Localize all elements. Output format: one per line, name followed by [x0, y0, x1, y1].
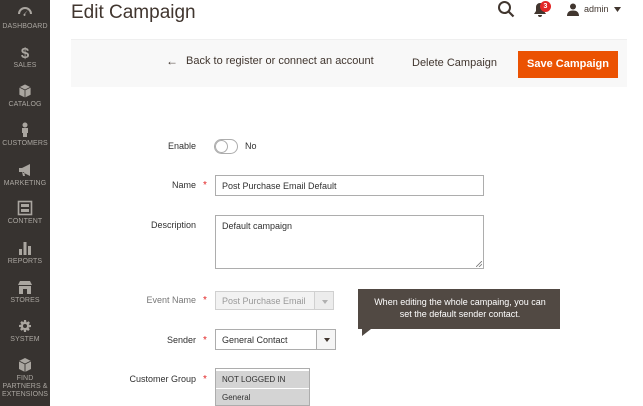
nav-marketing-label: Marketing: [3, 180, 47, 187]
dashboard-icon: [18, 7, 32, 16]
nav-content[interactable]: Content: [0, 200, 50, 226]
save-campaign-button[interactable]: Save Campaign: [518, 51, 618, 78]
notification-count-badge: 3: [540, 1, 551, 12]
nav-find-partners-label: Find Partners & Extensions: [1, 375, 49, 398]
required-marker: *: [203, 295, 207, 306]
nav-dashboard-label: Dashboard: [2, 23, 48, 30]
description-value: Default campaign: [222, 221, 293, 231]
sender-tooltip: When editing the whole campaing, you can…: [358, 289, 560, 329]
nav-reports[interactable]: Reports: [0, 240, 50, 266]
admin-sidebar: Dashboard $ Sales Catalog Customers Mark…: [0, 0, 50, 406]
customer-group-label: Customer Group: [129, 374, 196, 384]
cube-icon: [18, 358, 32, 372]
nav-content-label: Content: [7, 218, 43, 225]
page-title: Edit Campaign: [71, 2, 196, 23]
name-input[interactable]: [215, 175, 484, 196]
svg-text:$: $: [21, 45, 30, 60]
event-name-value: Post Purchase Email: [222, 296, 306, 306]
dropdown-arrow[interactable]: [316, 330, 335, 349]
user-icon: [567, 3, 579, 16]
arrow-left-icon: ←: [166, 54, 178, 68]
sender-select[interactable]: General Contact: [215, 329, 336, 350]
chevron-down-icon: [613, 6, 621, 12]
resize-grip-icon[interactable]: [476, 261, 482, 267]
description-label: Description: [150, 220, 196, 230]
customer-group-option[interactable]: NOT LOGGED IN: [216, 371, 309, 388]
bar-chart-icon: [19, 242, 31, 255]
user-menu[interactable]: admin: [567, 1, 621, 17]
toggle-knob: [215, 140, 228, 153]
back-button[interactable]: ← Back to register or connect an account: [166, 54, 374, 68]
dropdown-arrow: [314, 292, 333, 309]
search-icon[interactable]: [497, 0, 515, 18]
nav-catalog[interactable]: Catalog: [0, 83, 50, 109]
enable-value: No: [245, 141, 257, 151]
nav-system-label: System: [10, 336, 40, 343]
customer-group-multiselect[interactable]: NOT LOGGED IN General: [215, 368, 310, 406]
sender-label: Sender: [166, 335, 196, 345]
nav-stores[interactable]: Stores: [0, 279, 50, 305]
enable-label: Enable: [167, 141, 196, 151]
nav-system[interactable]: System: [0, 318, 50, 344]
layout-icon: [17, 200, 33, 216]
nav-sales[interactable]: $ Sales: [0, 44, 50, 70]
event-name-label: Event Name: [146, 295, 196, 305]
required-marker: *: [203, 374, 207, 385]
sender-value: General Contact: [222, 335, 288, 345]
nav-reports-label: Reports: [7, 258, 43, 265]
megaphone-icon: [19, 164, 30, 176]
nav-marketing[interactable]: Marketing: [0, 162, 50, 188]
nav-find-partners[interactable]: Find Partners & Extensions: [0, 357, 50, 399]
dollar-icon: $: [21, 45, 30, 60]
chevron-down-icon: [324, 338, 330, 342]
page-actions-bar: ← Back to register or connect an account…: [71, 39, 627, 87]
box-icon: [18, 83, 32, 99]
chevron-down-icon: [322, 300, 328, 304]
page-header: Edit Campaign 3 admin: [50, 0, 643, 38]
tooltip-arrow: [362, 329, 371, 336]
gear-icon: [19, 320, 31, 332]
nav-customers[interactable]: Customers: [0, 122, 50, 148]
name-label: Name: [171, 180, 196, 190]
delete-campaign-button[interactable]: Delete Campaign: [412, 57, 497, 69]
back-button-label: Back to register or connect an account: [186, 55, 374, 67]
description-textarea[interactable]: Default campaign: [215, 215, 484, 269]
nav-dashboard[interactable]: Dashboard: [0, 5, 50, 31]
enable-toggle[interactable]: [214, 139, 238, 154]
nav-sales-label: Sales: [13, 62, 37, 69]
required-marker: *: [203, 335, 207, 346]
required-marker: *: [203, 180, 207, 191]
nav-customers-label: Customers: [2, 140, 48, 147]
event-name-select: Post Purchase Email: [215, 291, 334, 310]
person-icon: [22, 122, 28, 137]
nav-stores-label: Stores: [10, 297, 40, 304]
nav-catalog-label: Catalog: [8, 101, 42, 108]
store-icon: [18, 281, 32, 294]
customer-group-option[interactable]: General: [216, 389, 309, 405]
user-name: admin: [584, 4, 609, 14]
